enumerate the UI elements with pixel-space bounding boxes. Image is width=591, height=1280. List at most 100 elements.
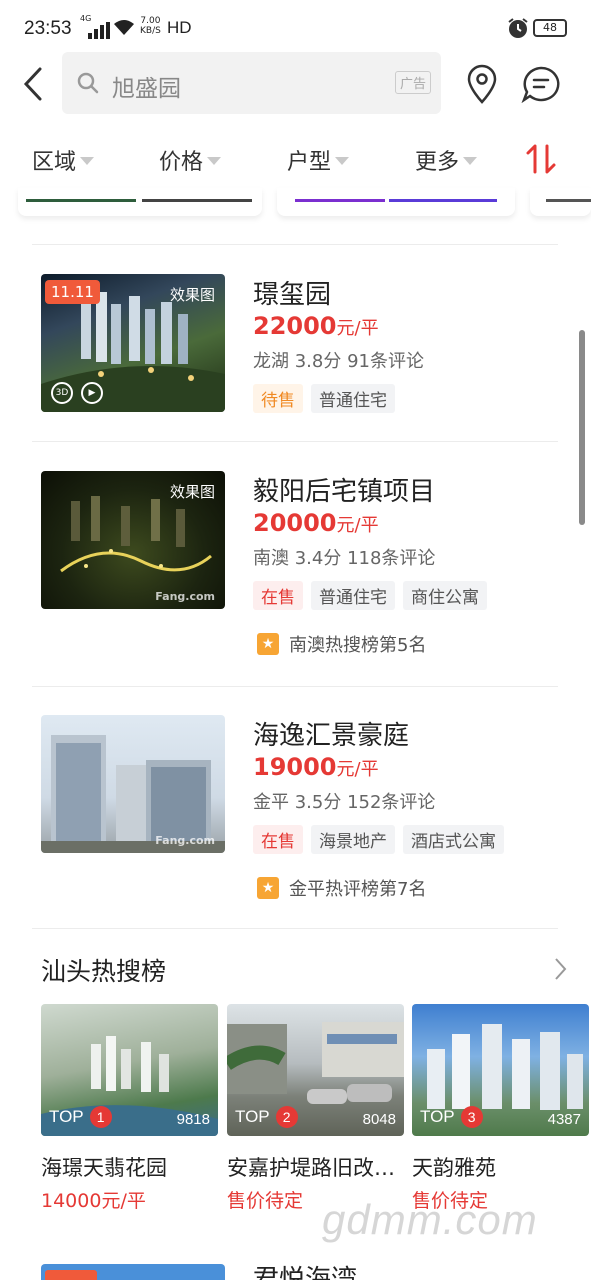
message-icon[interactable]	[521, 65, 561, 103]
view-count: 8048	[362, 1111, 396, 1128]
price-value: 19000	[253, 753, 337, 781]
battery-indicator: 48	[533, 19, 567, 37]
divider	[32, 686, 558, 687]
filter-bar: 区域 价格 户型 更多	[0, 132, 591, 188]
search-header: 旭盛园 广告	[0, 52, 591, 114]
hot-item-name: 天韵雅苑	[412, 1156, 496, 1180]
play-icon[interactable]: ▶	[81, 382, 103, 404]
listing-price: 20000元/平	[253, 509, 379, 537]
listing-meta: 南澳 3.4分 118条评论	[253, 548, 436, 569]
price-value: 20000	[253, 509, 337, 537]
listing-title: 毅阳后宅镇项目	[253, 477, 436, 507]
network-speed: 7.00 KB/S	[140, 16, 161, 36]
dropdown-arrow-icon	[80, 157, 95, 165]
rank-badge[interactable]: ★ 金平热评榜第7名	[257, 875, 426, 901]
rank-text: 南澳热搜榜第5名	[289, 635, 427, 656]
3d-view-icon[interactable]: 3D	[51, 382, 73, 404]
ad-label: 广告	[394, 71, 431, 94]
filter-more[interactable]: 更多	[415, 144, 478, 176]
speed-value: 7.00	[140, 16, 161, 26]
top-rank-label: TOP 1	[49, 1106, 112, 1128]
view-count: 9818	[176, 1111, 210, 1128]
status-time: 23:53	[24, 18, 72, 39]
view-count: 4387	[547, 1111, 581, 1128]
hot-item-name: 海璟天翡花园	[41, 1156, 167, 1180]
divider	[32, 244, 558, 245]
media-icons: 3D ▶	[51, 382, 103, 404]
dropdown-arrow-icon	[463, 157, 478, 165]
price-unit: 元/平	[336, 318, 379, 339]
tag: 商住公寓	[403, 581, 487, 610]
hd-indicator: HD	[167, 18, 192, 37]
price-unit: 元/平	[336, 759, 379, 780]
image-label: 效果图	[169, 286, 215, 304]
filter-label: 区域	[32, 150, 77, 175]
filter-label: 价格	[159, 150, 204, 175]
search-icon	[77, 72, 99, 94]
tag: 在售	[253, 581, 303, 610]
signal-icon	[88, 22, 110, 39]
back-arrow-icon[interactable]	[18, 64, 48, 104]
divider	[32, 928, 558, 929]
tag: 普通住宅	[311, 384, 395, 413]
price-value: 22000	[253, 312, 337, 340]
divider	[32, 441, 558, 442]
listing-meta: 龙湖 3.8分 91条评论	[253, 351, 424, 372]
listing-image: Fang.com	[41, 715, 225, 853]
listing-title: 海逸汇景豪庭	[253, 721, 410, 751]
price-unit: 元/平	[336, 515, 379, 536]
wifi-icon	[114, 20, 134, 35]
dropdown-arrow-icon	[207, 157, 222, 165]
rank-number: 2	[275, 1106, 298, 1128]
chevron-right-icon[interactable]	[551, 956, 569, 982]
top-rank-label: TOP 2	[235, 1106, 298, 1128]
tag: 在售	[253, 825, 303, 854]
star-icon: ★	[257, 877, 279, 899]
building-render	[41, 735, 225, 853]
filter-layout[interactable]: 户型	[287, 144, 350, 176]
partial-card[interactable]	[277, 188, 515, 216]
listing-price: 22000元/平	[253, 312, 379, 340]
listing-tags: 在售 普通住宅 商住公寓	[253, 581, 487, 610]
rank-number: 3	[460, 1106, 483, 1128]
rank-text: 金平热评榜第7名	[289, 879, 427, 900]
partial-card[interactable]	[530, 188, 591, 216]
tag: 待售	[253, 384, 303, 413]
scrollbar[interactable]	[579, 330, 585, 525]
rank-badge[interactable]: ★ 南澳热搜榜第5名	[257, 631, 426, 657]
partial-card[interactable]	[18, 188, 262, 216]
next-listing-title[interactable]: 君悦海湾	[253, 1262, 357, 1280]
filter-price[interactable]: 价格	[159, 144, 222, 176]
top-text: TOP	[49, 1107, 84, 1126]
tag: 海景地产	[311, 825, 395, 854]
filter-label: 更多	[415, 150, 460, 175]
hot-search-title: 汕头热搜榜	[41, 957, 167, 986]
tag: 酒店式公寓	[403, 825, 504, 854]
promo-badge: 11.11	[45, 280, 100, 304]
hot-item-image: TOP 2 8048	[227, 1004, 404, 1136]
hot-item-image: TOP 1 9818	[41, 1004, 218, 1136]
top-text: TOP	[235, 1107, 270, 1126]
listing-tags: 在售 海景地产 酒店式公寓	[253, 825, 504, 854]
hot-item-name: 安嘉护堤路旧改…	[227, 1156, 395, 1180]
fang-watermark: Fang.com	[155, 590, 215, 603]
search-input[interactable]: 旭盛园 广告	[62, 52, 441, 114]
top-text: TOP	[420, 1107, 455, 1126]
search-text: 旭盛园	[112, 76, 181, 102]
site-watermark: gdmm.com	[322, 1196, 538, 1243]
alarm-icon	[508, 18, 528, 38]
hot-item-image: TOP 3 4387	[412, 1004, 589, 1136]
filter-label: 户型	[287, 150, 332, 175]
image-label: 效果图	[169, 483, 215, 501]
speed-unit: KB/S	[140, 26, 161, 36]
location-pin-icon[interactable]	[465, 64, 499, 104]
next-listing-image[interactable]	[41, 1264, 225, 1280]
sort-icon[interactable]	[524, 142, 558, 176]
dropdown-arrow-icon	[335, 157, 350, 165]
hot-item-price: 14000元/平	[41, 1190, 146, 1212]
listing-image: 11.11 效果图 3D ▶	[41, 274, 225, 412]
hot-item-price: 售价待定	[227, 1190, 304, 1212]
filter-region[interactable]: 区域	[32, 144, 95, 176]
listing-tags: 待售 普通住宅	[253, 384, 395, 413]
top-rank-label: TOP 3	[420, 1106, 483, 1128]
